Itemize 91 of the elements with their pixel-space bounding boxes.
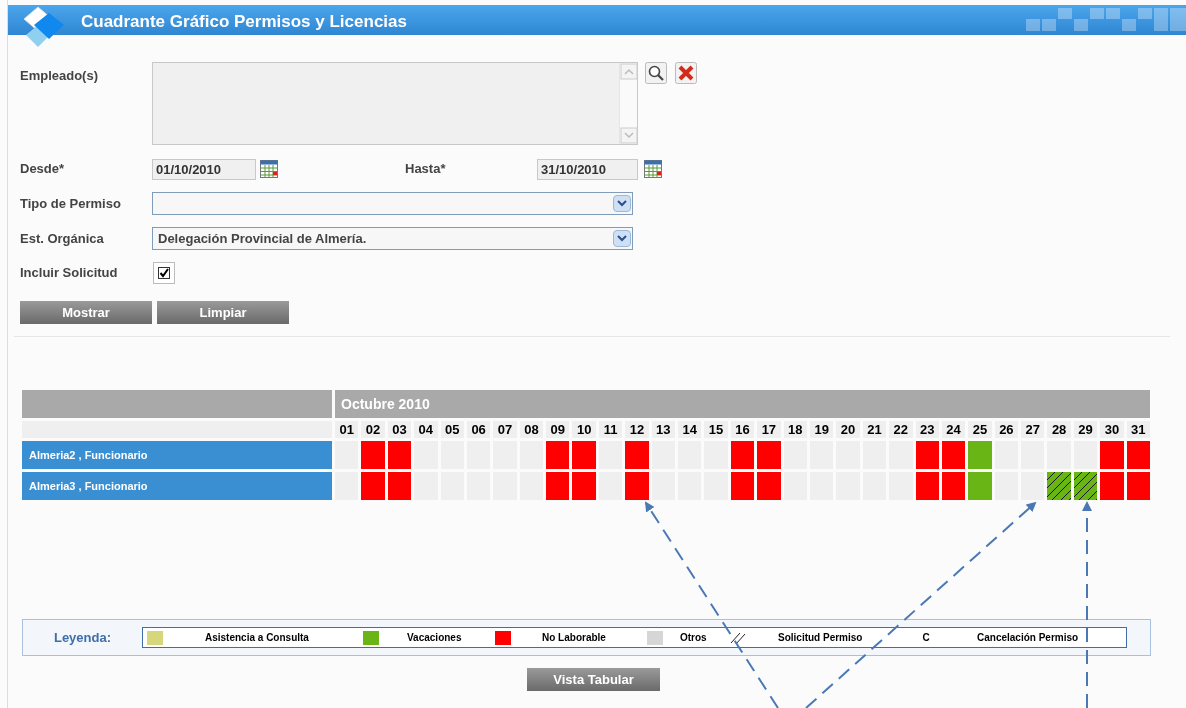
day-number: 29 <box>1073 421 1098 438</box>
field-label: Hasta* <box>405 160 447 179</box>
hatched-day-cell <box>1047 472 1071 500</box>
non-working-day-cell <box>546 441 570 469</box>
non-working-day-cell <box>387 441 412 469</box>
search-icon[interactable] <box>645 62 667 84</box>
day-number: 15 <box>704 421 728 438</box>
legend-label: Asistencia a Consulta <box>205 631 309 645</box>
non-working-day-cell <box>1126 441 1150 469</box>
non-working-day-cell <box>572 472 596 500</box>
legend-label: Solicitud Permiso <box>778 631 863 645</box>
vacation-day-cell <box>968 472 992 500</box>
field-label: Desde* <box>20 160 66 179</box>
date-field[interactable]: 01/10/2010 <box>152 158 256 180</box>
day-number: 25 <box>968 421 992 438</box>
form-button[interactable]: Limpiar <box>157 301 289 324</box>
chevron-down-icon <box>617 200 627 207</box>
day-number: 09 <box>546 421 570 438</box>
day-number: 01 <box>335 421 359 438</box>
non-working-day-cell <box>941 441 966 469</box>
organization-dropdown[interactable]: Delegación Provincial de Almería. <box>152 227 633 250</box>
field-label: Est. Orgánica <box>20 229 105 248</box>
day-number: 13 <box>651 421 676 438</box>
vacation-day-cell <box>968 441 992 469</box>
date-field[interactable]: 31/10/2010 <box>537 158 638 180</box>
non-working-day-cell <box>1100 472 1124 500</box>
legend-label: Cancelación Permiso <box>977 631 1079 645</box>
tabular-view-button[interactable]: Vista Tabular <box>527 668 660 691</box>
legend-label: Otros <box>680 631 707 645</box>
day-number: 02 <box>361 421 385 438</box>
field-label: Empleado(s) <box>20 67 99 85</box>
employee-row-label[interactable]: Almeria3 , Funcionario <box>22 472 332 500</box>
checkmark-icon <box>158 267 170 279</box>
day-number: 06 <box>466 421 491 438</box>
day-number: 20 <box>836 421 860 438</box>
day-number: 30 <box>1100 421 1124 438</box>
non-working-day-cell <box>730 441 755 469</box>
day-number: 10 <box>572 421 596 438</box>
day-number: 28 <box>1047 421 1071 438</box>
non-working-day-cell <box>915 441 939 469</box>
day-number: 27 <box>1021 421 1045 438</box>
day-number: 31 <box>1126 421 1150 438</box>
legend-symbol: C <box>921 631 931 645</box>
non-working-day-cell <box>757 472 781 500</box>
close-icon[interactable] <box>675 62 697 84</box>
day-number: 26 <box>994 421 1019 438</box>
chevron-down-icon <box>617 235 627 242</box>
non-working-day-cell <box>387 472 412 500</box>
non-working-day-cell <box>546 472 570 500</box>
day-number: 11 <box>598 421 623 438</box>
non-working-day-cell <box>1100 441 1124 469</box>
legend-label: Vacaciones <box>407 631 462 645</box>
day-number: 03 <box>387 421 412 438</box>
day-number: 05 <box>440 421 464 438</box>
day-number: 12 <box>625 421 649 438</box>
day-number: 17 <box>757 421 781 438</box>
day-number: 21 <box>862 421 887 438</box>
hatch-icon <box>730 630 746 645</box>
legend-label: No Laborable <box>542 631 606 645</box>
field-label: Tipo de Permiso <box>20 194 122 213</box>
day-number: 14 <box>678 421 702 438</box>
non-working-day-cell <box>625 472 649 500</box>
form-button[interactable]: Mostrar <box>20 301 152 324</box>
checkbox[interactable] <box>153 262 175 284</box>
field-label: Incluir Solicitud <box>20 264 119 283</box>
day-number: 24 <box>941 421 966 438</box>
non-working-day-cell <box>361 472 385 500</box>
permit-type-dropdown[interactable] <box>152 192 633 215</box>
calendar-icon[interactable] <box>644 160 662 178</box>
day-number: 07 <box>493 421 517 438</box>
legend-title: Leyenda: <box>52 628 113 647</box>
non-working-day-cell <box>915 472 939 500</box>
day-number: 04 <box>414 421 438 438</box>
employee-row-label[interactable]: Almeria2 , Funcionario <box>22 441 332 469</box>
non-working-day-cell <box>572 441 596 469</box>
day-number: 08 <box>519 421 544 438</box>
day-number: 23 <box>915 421 939 438</box>
day-number: 22 <box>889 421 913 438</box>
calendar-icon[interactable] <box>260 160 278 178</box>
day-number: 16 <box>730 421 755 438</box>
non-working-day-cell <box>625 441 649 469</box>
non-working-day-cell <box>757 441 781 469</box>
window-title: Cuadrante Gráfico Permisos y Licencias <box>81 11 407 33</box>
non-working-day-cell <box>730 472 755 500</box>
non-working-day-cell <box>361 441 385 469</box>
day-number: 19 <box>809 421 834 438</box>
day-number: 18 <box>783 421 807 438</box>
hatched-day-cell <box>1073 472 1098 500</box>
non-working-day-cell <box>1126 472 1150 500</box>
month-header: Octubre 2010 <box>335 390 1150 418</box>
non-working-day-cell <box>941 472 966 500</box>
